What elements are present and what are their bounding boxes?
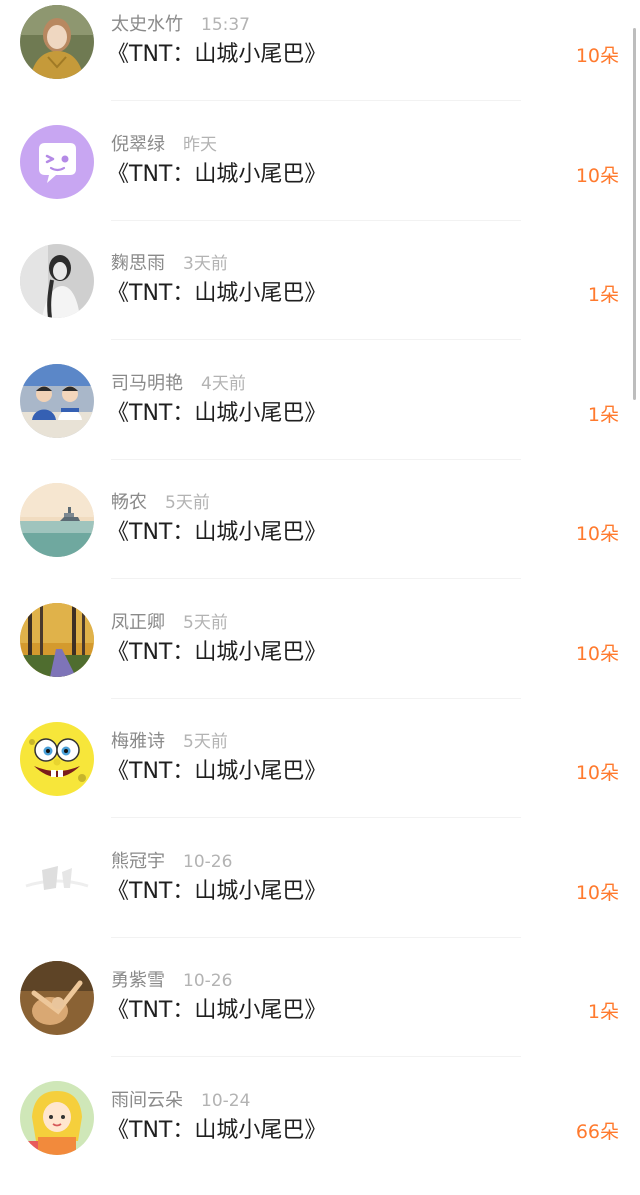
avatar[interactable] [20,961,94,1035]
user-meta: 司马明艳 4天前 [111,372,246,396]
list-item[interactable]: 熊冠宇 10-26 《TNT：山城小尾巴》 10朵 [0,837,640,957]
flower-count: 1朵 [588,998,619,1026]
book-title[interactable]: 《TNT：山城小尾巴》 [107,518,326,548]
book-title[interactable]: 《TNT：山城小尾巴》 [107,638,326,668]
list-item[interactable]: 麴思雨 3天前 《TNT：山城小尾巴》 1朵 [0,239,640,359]
user-meta: 雨间云朵 10-24 [111,1089,250,1113]
forest-road-photo-icon [20,603,94,677]
user-name[interactable]: 倪翠绿 [111,134,165,155]
row-divider [111,339,521,340]
wink-chat-bubble-icon [20,125,94,199]
row-divider [111,220,521,221]
timestamp: 15:37 [201,15,250,35]
row-divider [111,459,521,460]
timestamp: 3天前 [183,254,228,274]
flower-count: 66朵 [576,1118,619,1146]
cartoon-girl-icon [20,1081,94,1155]
user-meta: 倪翠绿昨天 [111,133,217,157]
avatar[interactable] [20,603,94,677]
flower-count: 10朵 [576,879,619,907]
book-title[interactable]: 《TNT：山城小尾巴》 [107,279,326,309]
user-name[interactable]: 梅雅诗 [111,731,165,752]
row-divider [111,698,521,699]
gift-record-list: 太史水竹 15:37 《TNT：山城小尾巴》 10朵 倪翠绿昨天 《TNT：山城小… [0,0,640,1195]
flower-count: 10朵 [576,42,619,70]
flower-count: 10朵 [576,162,619,190]
row-divider [111,100,521,101]
list-item[interactable]: 太史水竹 15:37 《TNT：山城小尾巴》 10朵 [0,0,640,120]
user-name[interactable]: 司马明艳 [111,373,183,394]
avatar[interactable] [20,842,94,916]
book-title[interactable]: 《TNT：山城小尾巴》 [107,1116,326,1146]
timestamp: 昨天 [183,135,217,155]
book-title[interactable]: 《TNT：山城小尾巴》 [107,160,326,190]
girl-sweater-photo-icon [20,5,94,79]
avatar[interactable] [20,125,94,199]
list-item[interactable]: 勇紫雪 10-26 《TNT：山城小尾巴》 1朵 [0,956,640,1076]
avatar[interactable] [20,483,94,557]
timestamp: 4天前 [201,374,246,394]
row-divider [111,578,521,579]
user-meta: 太史水竹 15:37 [111,13,250,37]
timestamp: 10-26 [183,971,232,991]
book-title[interactable]: 《TNT：山城小尾巴》 [107,996,326,1026]
timestamp: 10-26 [183,852,232,872]
flower-count: 10朵 [576,520,619,548]
avatar[interactable] [20,5,94,79]
timestamp: 10-24 [201,1091,250,1111]
user-name[interactable]: 畅农 [111,492,147,513]
avatar[interactable] [20,1081,94,1155]
user-meta: 麴思雨 3天前 [111,252,228,276]
list-item[interactable]: 雨间云朵 10-24 《TNT：山城小尾巴》 66朵 [0,1076,640,1195]
user-name[interactable]: 麴思雨 [111,253,165,274]
flower-count: 1朵 [588,281,619,309]
sea-ship-photo-icon [20,483,94,557]
flower-count: 10朵 [576,640,619,668]
book-title[interactable]: 《TNT：山城小尾巴》 [107,40,326,70]
timestamp: 5天前 [165,493,210,513]
dancer-painting-icon [20,961,94,1035]
user-meta: 凤正卿 5天前 [111,611,228,635]
book-title[interactable]: 《TNT：山城小尾巴》 [107,877,326,907]
spongebob-face-icon [20,722,94,796]
avatar[interactable] [20,722,94,796]
user-name[interactable]: 凤正卿 [111,612,165,633]
timestamp: 5天前 [183,613,228,633]
classroom-students-photo-icon [20,364,94,438]
book-title[interactable]: 《TNT：山城小尾巴》 [107,399,326,429]
user-meta: 畅农 5天前 [111,491,210,515]
list-item[interactable]: 畅农 5天前 《TNT：山城小尾巴》 10朵 [0,478,640,598]
timestamp: 5天前 [183,732,228,752]
user-name[interactable]: 熊冠宇 [111,851,165,872]
list-item[interactable]: 梅雅诗 5天前 《TNT：山城小尾巴》 10朵 [0,717,640,837]
flower-count: 1朵 [588,401,619,429]
row-divider [111,937,521,938]
row-divider [111,1056,521,1057]
faded-sketch-icon [20,842,94,916]
list-item[interactable]: 倪翠绿昨天 《TNT：山城小尾巴》 10朵 [0,120,640,240]
flower-count: 10朵 [576,759,619,787]
user-name[interactable]: 太史水竹 [111,14,183,35]
scrollbar[interactable] [633,28,636,400]
user-meta: 勇紫雪 10-26 [111,969,232,993]
user-meta: 熊冠宇 10-26 [111,850,232,874]
avatar[interactable] [20,364,94,438]
user-meta: 梅雅诗 5天前 [111,730,228,754]
avatar[interactable] [20,244,94,318]
book-title[interactable]: 《TNT：山城小尾巴》 [107,757,326,787]
bw-girl-portrait-icon [20,244,94,318]
list-item[interactable]: 凤正卿 5天前 《TNT：山城小尾巴》 10朵 [0,598,640,718]
list-item[interactable]: 司马明艳 4天前 《TNT：山城小尾巴》 1朵 [0,359,640,479]
row-divider [111,817,521,818]
user-name[interactable]: 勇紫雪 [111,970,165,991]
user-name[interactable]: 雨间云朵 [111,1090,183,1111]
